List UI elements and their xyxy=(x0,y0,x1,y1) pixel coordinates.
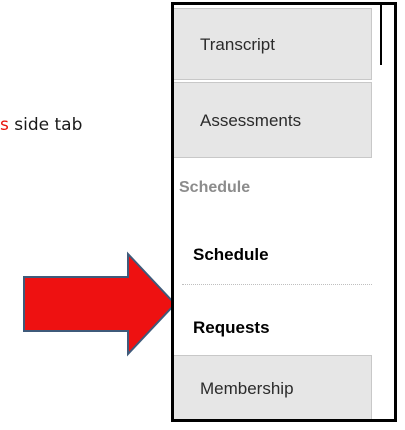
tab-membership[interactable]: Membership xyxy=(174,355,372,419)
tab-assessments[interactable]: Assessments xyxy=(174,82,372,158)
nav-item-requests[interactable]: Requests xyxy=(193,318,270,338)
tab-transcript[interactable]: Transcript xyxy=(174,8,372,80)
side-tab-panel: Transcript Assessments Schedule Schedule… xyxy=(171,2,397,422)
nav-item-schedule[interactable]: Schedule xyxy=(193,245,269,265)
section-header-schedule: Schedule xyxy=(179,179,251,196)
panel-divider xyxy=(380,5,382,65)
divider xyxy=(182,284,372,285)
